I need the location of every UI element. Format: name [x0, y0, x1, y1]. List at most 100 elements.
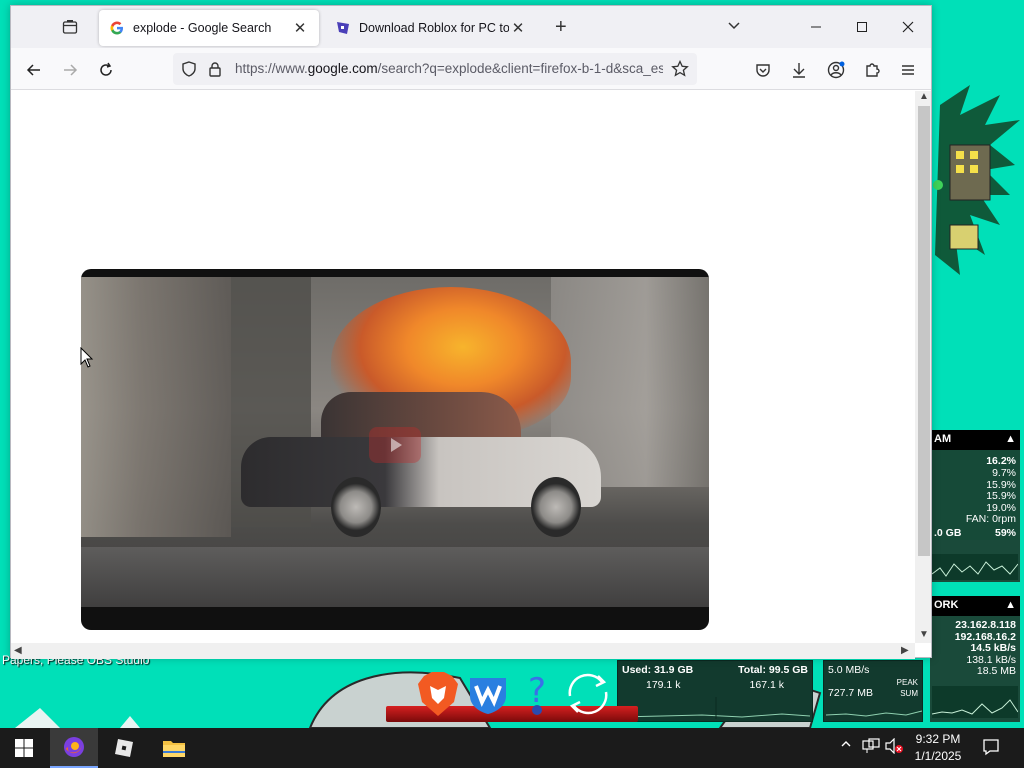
collapse-icon[interactable]: ▲ — [1005, 433, 1016, 445]
notification-icon — [983, 739, 999, 756]
url-text[interactable]: https://www.google.com/search?q=explode&… — [235, 61, 663, 76]
clock-date: 1/1/2025 — [914, 749, 962, 763]
ram-value-2: 9.7% — [992, 467, 1016, 479]
firefox-window: explode - Google Search ✕ Download Roblo… — [10, 5, 932, 659]
svg-text:?: ? — [528, 671, 546, 711]
scrollbar-thumb[interactable] — [918, 106, 930, 556]
firefox-icon — [64, 737, 84, 757]
disk-widget: Used: 31.9 GB Total: 99.5 GB 179.1 k 167.1… — [617, 660, 813, 722]
public-ip: 23.162.8.118 — [955, 619, 1016, 631]
close-window-button[interactable] — [896, 16, 920, 38]
minimize-icon — [811, 26, 821, 28]
hamburger-menu-icon — [902, 65, 914, 75]
reload-button[interactable] — [94, 58, 118, 82]
forward-button[interactable] — [58, 58, 82, 82]
page-content — [11, 91, 915, 643]
taskbar-file-explorer[interactable] — [150, 728, 198, 768]
ram-graph — [932, 554, 1018, 580]
ram-value-1: 16.2% — [986, 455, 1016, 467]
tab-title: Download Roblox for PC to Play — [359, 21, 509, 35]
system-clock[interactable]: 9:32 PM 1/1/2025 — [906, 731, 970, 765]
extensions-button[interactable] — [860, 58, 884, 82]
tracking-protection-icon[interactable] — [181, 61, 197, 80]
taskbar-roblox[interactable] — [100, 728, 148, 768]
scroll-right-icon[interactable]: ▶ — [901, 645, 909, 656]
tab-bar: explode - Google Search ✕ Download Roblo… — [11, 6, 931, 48]
new-tab-button[interactable]: + — [555, 17, 567, 37]
scroll-left-icon[interactable]: ◀ — [14, 645, 22, 656]
downloads-button[interactable] — [787, 58, 811, 82]
clock-time: 9:32 PM — [915, 732, 961, 746]
upload-rate: 5.0 MB/s — [828, 664, 870, 676]
puzzle-icon — [866, 63, 880, 77]
sum-value: 18.5 MB — [976, 665, 1016, 677]
bookmark-star-icon[interactable] — [671, 59, 689, 81]
maximize-icon — [857, 22, 867, 32]
network-status-icon[interactable] — [862, 738, 880, 757]
close-tab-icon[interactable]: ✕ — [291, 19, 309, 37]
vertical-scrollbar[interactable]: ▲ ▼ — [915, 91, 931, 643]
chevron-down-icon — [728, 22, 740, 30]
roblox-icon — [115, 739, 133, 757]
network-rate: 14.5 kB/s — [970, 642, 1016, 654]
network-detail-graph — [826, 710, 922, 717]
collapse-icon[interactable]: ▲ — [1005, 599, 1016, 611]
ram-widget: AM ▲ 16.2% 9.7% 15.9% 15.9% 19.0% FAN: 0r… — [930, 430, 1020, 582]
peak-label: PEAK — [896, 677, 918, 687]
volume-muted-icon[interactable] — [884, 737, 904, 757]
sync-icon[interactable] — [562, 668, 614, 720]
firefox-view-button[interactable] — [59, 16, 81, 38]
disk-write: 167.1 k — [749, 678, 784, 691]
scroll-up-icon[interactable]: ▲ — [919, 91, 929, 102]
maximize-button[interactable] — [850, 16, 874, 38]
desktop-art-left — [15, 708, 140, 728]
play-button[interactable] — [369, 427, 421, 463]
address-bar[interactable]: https://www.google.com/search?q=explode&… — [173, 53, 697, 85]
disk-total: Total: 99.5 GB — [738, 664, 808, 676]
reload-icon — [100, 62, 112, 76]
help-icon[interactable]: ? — [522, 670, 552, 718]
brave-icon[interactable] — [416, 670, 460, 718]
start-button[interactable] — [0, 728, 48, 768]
network-widget-title: ORK — [934, 599, 959, 611]
firefox-view-icon — [62, 20, 78, 34]
forward-arrow-icon — [64, 64, 78, 76]
app-dock: ? — [386, 658, 638, 726]
tab-title: explode - Google Search — [133, 21, 272, 35]
action-center-button[interactable] — [982, 738, 1000, 759]
menu-button[interactable] — [896, 58, 920, 82]
desktop-art-tree — [933, 85, 1020, 275]
ram-widget-header: AM ▲ — [930, 430, 1020, 450]
fan-speed: FAN: 0rpm — [965, 513, 1016, 525]
pocket-icon — [756, 64, 770, 77]
network-widget-header: ORK ▲ — [930, 596, 1020, 616]
network-widget: ORK ▲ 23.162.8.118 192.168.16.2 14.5 kB/s… — [930, 596, 1020, 722]
play-icon — [391, 438, 402, 452]
wise-care-icon[interactable] — [466, 672, 510, 716]
navigation-toolbar: https://www.google.com/search?q=explode&… — [11, 48, 931, 90]
download-total: 727.7 MB — [828, 687, 873, 699]
network-graph — [932, 686, 1018, 718]
horizontal-scrollbar[interactable]: ◀ ▶ — [11, 643, 915, 659]
lock-icon[interactable] — [207, 61, 223, 80]
video-player[interactable] — [81, 269, 709, 630]
windows-icon — [15, 739, 33, 757]
tab-roblox[interactable]: Download Roblox for PC to Play ✕ — [325, 10, 537, 46]
back-arrow-icon — [26, 64, 40, 76]
google-icon — [109, 20, 125, 36]
ram-value-4: 15.9% — [986, 490, 1016, 502]
show-hidden-icons-button[interactable] — [840, 738, 852, 753]
memory-percent: 59% — [994, 526, 1016, 539]
taskbar: 9:32 PM 1/1/2025 — [0, 728, 1024, 768]
list-all-tabs-button[interactable] — [727, 19, 741, 36]
pocket-button[interactable] — [751, 58, 775, 82]
minimize-button[interactable] — [804, 16, 828, 38]
account-icon — [827, 61, 845, 79]
close-tab-icon[interactable]: ✕ — [509, 19, 527, 37]
back-button[interactable] — [22, 58, 46, 82]
taskbar-firefox[interactable] — [50, 728, 98, 768]
disk-graph — [622, 697, 810, 719]
scroll-down-icon[interactable]: ▼ — [919, 629, 929, 640]
tab-google-search[interactable]: explode - Google Search ✕ — [99, 10, 319, 46]
account-button[interactable] — [824, 58, 848, 82]
